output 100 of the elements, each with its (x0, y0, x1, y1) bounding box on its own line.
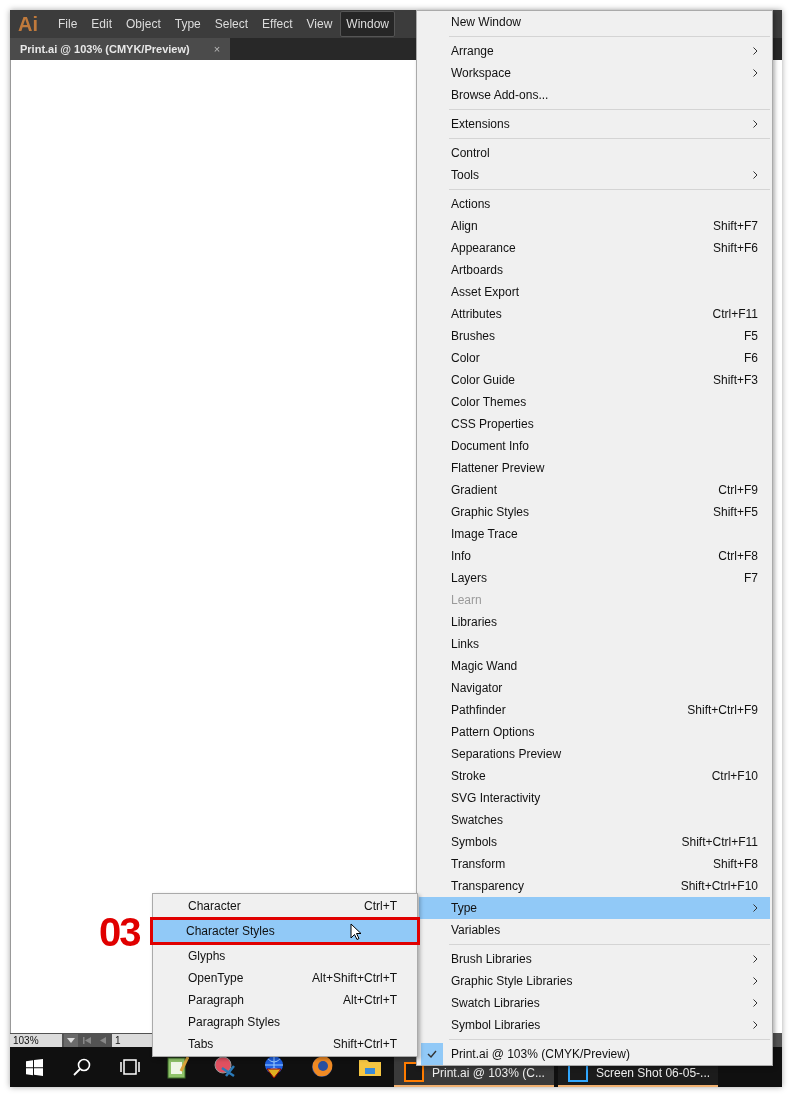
menu-item[interactable]: Info Ctrl+F8 (419, 545, 770, 567)
menu-item[interactable]: Appearance Shift+F6 (419, 237, 770, 259)
menu-bar-item[interactable]: View (300, 11, 339, 37)
zoom-field[interactable]: 103% (10, 1033, 62, 1047)
chevron-icon (753, 69, 758, 77)
menu-item[interactable]: Character Ctrl+T (155, 895, 415, 917)
chevron-icon (753, 955, 758, 963)
chevron-icon (753, 904, 758, 912)
shortcut-label: Shift+Ctrl+F11 (681, 834, 758, 851)
chevron-icon (753, 999, 758, 1007)
chevron-icon (753, 977, 758, 985)
menu-item[interactable]: Document Info (419, 435, 770, 457)
menu-item[interactable]: Links (419, 633, 770, 655)
chevron-icon (753, 120, 758, 128)
shortcut-label: Alt+Shift+Ctrl+T (311, 970, 397, 987)
menu-item[interactable]: Variables (419, 919, 770, 941)
document-tab[interactable]: Print.ai @ 103% (CMYK/Preview) × (10, 38, 231, 60)
shortcut-label: F6 (744, 350, 758, 367)
menu-item[interactable]: Paragraph Alt+Ctrl+T (155, 989, 415, 1011)
shortcut-label: Alt+Ctrl+T (343, 992, 397, 1009)
menu-bar-item[interactable]: Effect (256, 11, 299, 37)
menu-item[interactable]: Glyphs (155, 945, 415, 967)
menu-item[interactable]: CSS Properties (419, 413, 770, 435)
taskbar-label: Print.ai @ 103% (C... (432, 1065, 545, 1082)
menu-item[interactable]: Image Trace (419, 523, 770, 545)
shortcut-label: Ctrl+F9 (718, 482, 758, 499)
menu-item[interactable]: SVG Interactivity (419, 787, 770, 809)
page-field[interactable]: 1 (112, 1033, 152, 1047)
menu-bar-item[interactable]: Edit (85, 11, 119, 37)
shortcut-label: Ctrl+T (364, 898, 397, 915)
shortcut-label: Ctrl+F10 (711, 768, 758, 785)
menu-item[interactable]: Transform Shift+F8 (419, 853, 770, 875)
taskbar-label: Screen Shot 06-05-... (596, 1065, 711, 1082)
menu-bar-item[interactable]: Type (168, 11, 207, 37)
menu-item[interactable]: Navigator (419, 677, 770, 699)
previous-icon (100, 1036, 106, 1044)
app-icon (404, 1062, 424, 1082)
menu-item[interactable]: Swatches (419, 809, 770, 831)
shortcut-label: Shift+F7 (712, 218, 758, 235)
shortcut-label: Shift+F6 (712, 240, 758, 257)
caret-icon (67, 1037, 75, 1043)
menu-item[interactable]: Control (419, 142, 770, 164)
menu-item[interactable]: Pattern Options (419, 721, 770, 743)
shortcut-label: Ctrl+F8 (718, 548, 758, 565)
menu-item[interactable]: Flattener Preview (419, 457, 770, 479)
menu-item[interactable]: Transparency Shift+Ctrl+F10 (419, 875, 770, 897)
close-icon[interactable]: × (213, 40, 221, 58)
step-number: 03 (99, 910, 140, 954)
menu-item[interactable]: Artboards (419, 259, 770, 281)
chevron-icon (753, 171, 758, 179)
menu-item[interactable]: Brush Libraries (419, 948, 770, 970)
dropdown-button[interactable] (64, 1033, 78, 1047)
menu-item[interactable]: Brushes F5 (419, 325, 770, 347)
menu-item[interactable]: Symbol Libraries (419, 1014, 770, 1036)
start-icon (25, 1058, 43, 1076)
menu-item[interactable]: Pathfinder Shift+Ctrl+F9 (419, 699, 770, 721)
menu-item[interactable]: Layers F7 (419, 567, 770, 589)
menu-item[interactable]: Extensions (419, 113, 770, 135)
menu-item[interactable]: Paragraph Styles (155, 1011, 415, 1033)
menu-item[interactable]: Swatch Libraries (419, 992, 770, 1014)
shortcut-label: Shift+Ctrl+T (332, 1036, 397, 1053)
menu-item[interactable]: Color Guide Shift+F3 (419, 369, 770, 391)
app-logo: Ai (17, 12, 39, 37)
menu-item[interactable]: Arrange (419, 40, 770, 62)
shortcut-label: Ctrl+F11 (712, 306, 758, 323)
chevron-icon (753, 47, 758, 55)
menu-item[interactable]: Character Styles (153, 920, 417, 942)
menu-item[interactable]: OpenType Alt+Shift+Ctrl+T (155, 967, 415, 989)
shortcut-label: Shift+F3 (712, 372, 758, 389)
menu-item[interactable]: Asset Export (419, 281, 770, 303)
menu-bar-item[interactable]: Window (340, 11, 396, 37)
menu-item[interactable]: Color Themes (419, 391, 770, 413)
menu-item[interactable]: Magic Wand (419, 655, 770, 677)
shortcut-label: Shift+F5 (712, 504, 758, 521)
first-page-icon (83, 1036, 91, 1044)
menu-bar-item[interactable]: Object (120, 11, 167, 37)
shortcut-label: F5 (744, 328, 758, 345)
menu-bar-item[interactable]: Select (208, 11, 255, 37)
menu-item[interactable]: New Window (419, 11, 770, 33)
menu-item[interactable]: Attributes Ctrl+F11 (419, 303, 770, 325)
shortcut-label: Shift+F8 (712, 856, 758, 873)
menu-item[interactable]: Color F6 (419, 347, 770, 369)
menu-item[interactable]: Gradient Ctrl+F9 (419, 479, 770, 501)
menu-item[interactable]: Graphic Style Libraries (419, 970, 770, 992)
menu-item[interactable]: Graphic Styles Shift+F5 (419, 501, 770, 523)
menu-item[interactable]: Tools (419, 164, 770, 186)
shortcut-label: Shift+Ctrl+F9 (687, 702, 758, 719)
menu-item[interactable]: Separations Preview (419, 743, 770, 765)
menu-item[interactable]: Workspace (419, 62, 770, 84)
menu-item[interactable]: Symbols Shift+Ctrl+F11 (419, 831, 770, 853)
menu-item[interactable]: Type (419, 897, 770, 919)
menu-item[interactable]: Stroke Ctrl+F10 (419, 765, 770, 787)
menu-item[interactable]: Libraries (419, 611, 770, 633)
menu-item[interactable]: Browse Add-ons... (419, 84, 770, 106)
chevron-icon (753, 1021, 758, 1029)
menu-item[interactable]: Align Shift+F7 (419, 215, 770, 237)
menu-item[interactable]: Actions (419, 193, 770, 215)
cursor-icon (350, 922, 361, 940)
menu-bar-item[interactable]: File (52, 11, 84, 37)
shortcut-label: Shift+Ctrl+F10 (680, 878, 758, 895)
